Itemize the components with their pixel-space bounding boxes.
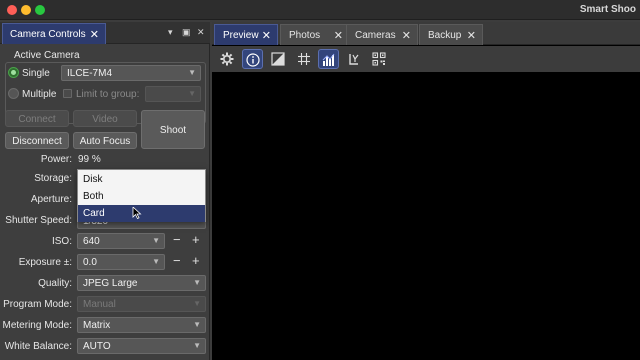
- dock-close-icon[interactable]: ✕: [197, 27, 205, 38]
- white-balance-value: AUTO: [83, 341, 111, 352]
- live-view-viewport[interactable]: [212, 72, 640, 360]
- exposure-select[interactable]: 0.0 ▼: [77, 254, 165, 270]
- connect-button[interactable]: Connect: [5, 110, 69, 127]
- close-icon[interactable]: ✕: [262, 29, 271, 42]
- tab-preview[interactable]: Preview ✕: [214, 24, 278, 45]
- quality-label: Quality:: [38, 278, 72, 289]
- iso-select[interactable]: 640 ▼: [77, 233, 165, 249]
- tab-camera-controls[interactable]: Camera Controls ✕: [2, 23, 106, 44]
- tab-label: Preview: [223, 30, 259, 41]
- white-balance-label: White Balance:: [4, 341, 72, 352]
- single-camera-value: ILCE-7M4: [67, 68, 113, 79]
- program-mode-value: Manual: [83, 299, 116, 310]
- chevron-down-icon: ▼: [193, 278, 201, 287]
- shutter-speed-label: Shutter Speed:: [5, 215, 72, 226]
- chevron-down-icon: ▼: [152, 236, 160, 245]
- power-label: Power:: [40, 154, 72, 165]
- aperture-label: Aperture:: [30, 194, 72, 205]
- chevron-down-icon: ▼: [152, 257, 160, 266]
- video-button[interactable]: Video: [73, 110, 137, 127]
- tab-label: Photos: [289, 30, 321, 41]
- single-label: Single: [22, 68, 50, 79]
- main-tabbar: Preview ✕ Photos ✕ Cameras ✕ Backup ✕: [212, 22, 640, 45]
- multiple-label: Multiple: [22, 89, 57, 100]
- storage-option-disk[interactable]: Disk: [78, 171, 205, 188]
- grid-icon[interactable]: [294, 49, 315, 69]
- close-icon[interactable]: ✕: [467, 29, 476, 42]
- disconnect-button[interactable]: Disconnect: [5, 132, 69, 149]
- shoot-button[interactable]: Shoot: [141, 110, 205, 149]
- active-camera-group-label: Active Camera: [14, 50, 80, 61]
- preview-toolbar: [212, 46, 640, 72]
- exposure-value: 0.0: [83, 257, 97, 268]
- close-window-button[interactable]: [7, 5, 17, 15]
- single-radio[interactable]: [8, 67, 19, 78]
- program-mode-label: Program Mode:: [3, 299, 72, 310]
- app-title: Smart Shoo: [579, 4, 636, 15]
- iso-increase-button[interactable]: +: [192, 233, 200, 246]
- metering-mode-select[interactable]: Matrix ▼: [77, 317, 206, 333]
- limit-to-group-label: Limit to group:: [76, 89, 140, 100]
- multiple-radio[interactable]: [8, 88, 19, 99]
- info-icon[interactable]: [242, 49, 263, 69]
- exposure-decrease-button[interactable]: −: [173, 254, 181, 267]
- minimize-window-button[interactable]: [21, 5, 31, 15]
- dock-tabbar: Camera Controls ✕ ▾ ▣ ✕: [0, 22, 210, 44]
- iso-value: 640: [83, 236, 100, 247]
- storage-option-both[interactable]: Both: [78, 188, 205, 205]
- dock-menu-icon[interactable]: ▾: [168, 27, 173, 38]
- exposure-label: Exposure ±:: [18, 257, 72, 268]
- exposure-increase-button[interactable]: +: [192, 254, 200, 267]
- histogram-icon[interactable]: [318, 49, 339, 69]
- tab-label: Backup: [428, 30, 462, 41]
- close-icon[interactable]: ✕: [334, 29, 343, 42]
- close-icon[interactable]: ✕: [90, 28, 99, 41]
- group-select[interactable]: ▼: [145, 86, 201, 102]
- window-titlebar: Smart Shoo: [0, 0, 640, 20]
- mouse-cursor-icon: [132, 207, 142, 219]
- iso-decrease-button[interactable]: −: [173, 233, 181, 246]
- power-value: 99 %: [78, 154, 101, 165]
- main-pane: Preview ✕ Photos ✕ Cameras ✕ Backup ✕: [212, 22, 640, 360]
- tab-cameras[interactable]: Cameras ✕: [346, 24, 418, 45]
- quality-value: JPEG Large: [83, 278, 138, 289]
- chevron-down-icon: ▼: [193, 341, 201, 350]
- gear-icon[interactable]: [217, 49, 238, 69]
- tab-backup[interactable]: Backup ✕: [419, 24, 483, 45]
- qr-code-icon[interactable]: [369, 49, 390, 69]
- single-camera-select[interactable]: ILCE-7M4 ▼: [61, 65, 201, 81]
- iso-label: ISO:: [51, 236, 72, 247]
- auto-focus-button[interactable]: Auto Focus: [73, 132, 137, 149]
- metering-mode-value: Matrix: [83, 320, 111, 331]
- storage-label: Storage:: [34, 173, 72, 184]
- tab-label: Cameras: [355, 30, 396, 41]
- chevron-down-icon: ▼: [188, 68, 196, 77]
- quality-select[interactable]: JPEG Large ▼: [77, 275, 206, 291]
- chevron-down-icon: ▼: [193, 299, 201, 308]
- metering-mode-label: Metering Mode:: [2, 320, 72, 331]
- zoom-window-button[interactable]: [35, 5, 45, 15]
- program-mode-select[interactable]: Manual ▼: [77, 296, 206, 312]
- tab-label: Camera Controls: [10, 29, 86, 40]
- focus-peaking-icon[interactable]: [344, 49, 365, 69]
- dock-float-icon[interactable]: ▣: [182, 27, 191, 38]
- chevron-down-icon: ▼: [188, 89, 196, 98]
- exposure-icon[interactable]: [268, 49, 289, 69]
- chevron-down-icon: ▼: [193, 320, 201, 329]
- close-icon[interactable]: ✕: [402, 29, 411, 42]
- limit-to-group-checkbox[interactable]: [63, 89, 72, 98]
- tab-photos[interactable]: Photos ✕: [280, 24, 350, 45]
- white-balance-select[interactable]: AUTO ▼: [77, 338, 206, 354]
